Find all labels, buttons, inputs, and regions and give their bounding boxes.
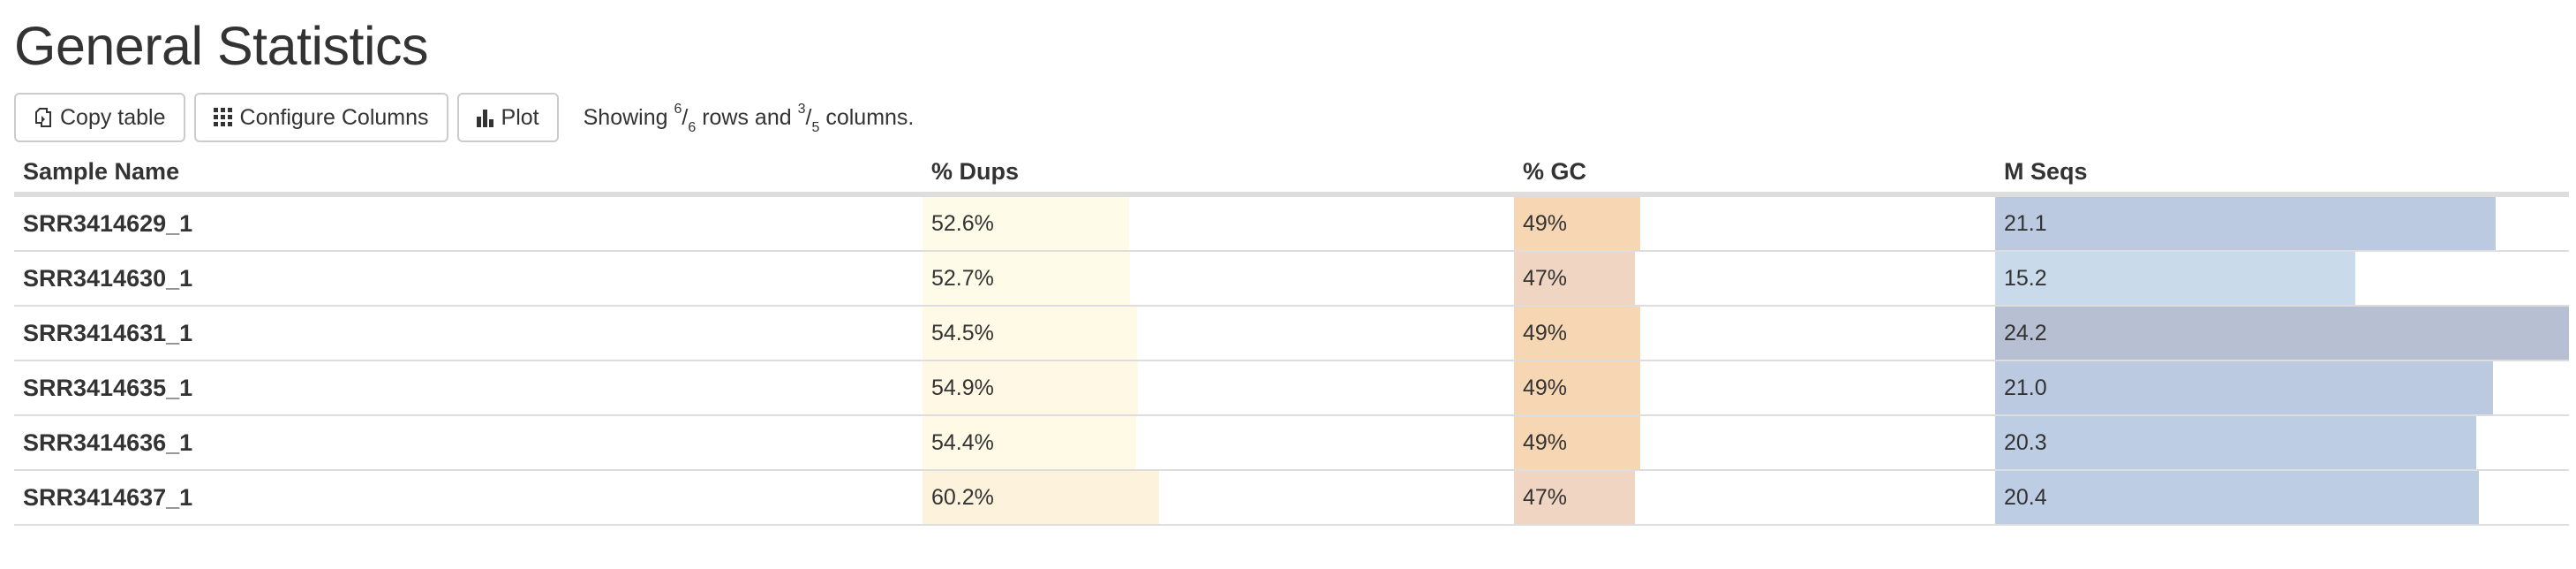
gc-cell: 49% — [1514, 306, 1995, 361]
gc-cell: 49% — [1514, 360, 1995, 416]
plot-button[interactable]: Plot — [456, 93, 559, 142]
dups-cell: 54.4% — [923, 415, 1514, 471]
rows-shown: 6 — [674, 101, 682, 117]
gc-value: 47% — [1523, 265, 1568, 291]
general-statistics-section: General Statistics Copy table Configure … — [0, 0, 2576, 569]
m-seqs-cell: 24.2 — [1995, 306, 2569, 361]
configure-columns-label: Configure Columns — [239, 104, 429, 130]
dups-value: 54.5% — [931, 320, 994, 345]
gc-cell: 47% — [1514, 251, 1995, 307]
m-seqs-value: 21.1 — [2004, 210, 2047, 236]
rows-total: 6 — [688, 119, 697, 135]
dups-value: 52.7% — [931, 265, 994, 291]
configure-columns-button[interactable]: Configure Columns — [193, 93, 448, 142]
plot-label: Plot — [501, 104, 539, 130]
rows-word: rows and — [702, 104, 792, 130]
dups-cell: 52.7% — [923, 251, 1514, 307]
dups-cell: 54.5% — [923, 306, 1514, 361]
dups-cell: 52.6% — [923, 194, 1514, 252]
sample-name-cell: SRR3414637_1 — [14, 470, 923, 526]
m-seqs-cell: 15.2 — [1995, 251, 2569, 307]
m-seqs-cell: 20.4 — [1995, 470, 2569, 526]
m-seqs-cell: 20.3 — [1995, 415, 2569, 471]
copy-icon — [35, 108, 51, 127]
sample-name-cell: SRR3414629_1 — [14, 194, 923, 252]
gc-value: 49% — [1523, 210, 1568, 236]
copy-table-label: Copy table — [60, 104, 166, 130]
gc-cell: 49% — [1514, 415, 1995, 471]
m-seqs-cell: 21.0 — [1995, 360, 2569, 416]
table-row: SRR3414630_1 52.7% 47% 15.2 — [14, 251, 2569, 307]
status-prefix: Showing — [583, 104, 668, 130]
sample-name-cell: SRR3414630_1 — [14, 251, 923, 307]
m-seqs-value: 21.0 — [2004, 375, 2047, 400]
copy-table-button[interactable]: Copy table — [14, 93, 185, 142]
dups-cell: 60.2% — [923, 470, 1514, 526]
sample-name-cell: SRR3414635_1 — [14, 360, 923, 416]
m-seqs-bar — [1995, 307, 2569, 360]
m-seqs-value: 24.2 — [2004, 320, 2047, 345]
gc-cell: 49% — [1514, 194, 1995, 252]
m-seqs-bar — [1995, 252, 2356, 305]
column-header-dups[interactable]: % Dups — [923, 152, 1514, 197]
m-seqs-value: 15.2 — [2004, 265, 2047, 291]
page-title: General Statistics — [14, 16, 429, 76]
table-row: SRR3414631_1 54.5% 49% 24.2 — [14, 306, 2569, 361]
m-seqs-bar — [1995, 197, 2496, 250]
grid-icon — [213, 108, 232, 126]
gc-value: 49% — [1523, 320, 1568, 345]
column-header-sample-name[interactable]: Sample Name — [14, 152, 923, 197]
table-header-row: Sample Name % Dups % GC M Seqs — [14, 152, 2569, 197]
m-seqs-value: 20.3 — [2004, 429, 2047, 455]
table-row: SRR3414635_1 54.9% 49% 21.0 — [14, 360, 2569, 416]
dups-value: 52.6% — [931, 210, 994, 236]
table-status-text: Showing 6/6 rows and 3/5 columns. — [583, 101, 915, 135]
column-header-m-seqs[interactable]: M Seqs — [1995, 152, 2569, 197]
cols-word: columns. — [825, 104, 915, 130]
table-body: SRR3414629_1 52.6% 49% 21.1 SRR3414630_1 52.7… — [14, 194, 2569, 526]
bar-chart-icon — [476, 110, 493, 127]
m-seqs-value: 20.4 — [2004, 484, 2047, 510]
m-seqs-bar — [1995, 471, 2479, 524]
table-row: SRR3414637_1 60.2% 47% 20.4 — [14, 470, 2569, 526]
table-toolbar: Copy table Configure Columns Plot Showin… — [14, 92, 914, 143]
dups-value: 60.2% — [931, 484, 994, 510]
sample-name-cell: SRR3414631_1 — [14, 306, 923, 361]
dups-cell: 54.9% — [923, 360, 1514, 416]
gc-value: 47% — [1523, 484, 1568, 510]
m-seqs-bar — [1995, 361, 2494, 414]
m-seqs-cell: 21.1 — [1995, 194, 2569, 252]
sample-name-cell: SRR3414636_1 — [14, 415, 923, 471]
gc-value: 49% — [1523, 429, 1568, 455]
general-statistics-table: Sample Name % Dups % GC M Seqs SRR341462… — [14, 152, 2569, 526]
cols-shown: 3 — [797, 101, 806, 117]
cols-total: 5 — [811, 119, 820, 135]
table-row: SRR3414636_1 54.4% 49% 20.3 — [14, 415, 2569, 471]
m-seqs-bar — [1995, 416, 2477, 469]
dups-value: 54.9% — [931, 375, 994, 400]
gc-value: 49% — [1523, 375, 1568, 400]
column-header-gc[interactable]: % GC — [1514, 152, 1995, 197]
dups-value: 54.4% — [931, 429, 994, 455]
gc-cell: 47% — [1514, 470, 1995, 526]
table-row: SRR3414629_1 52.6% 49% 21.1 — [14, 194, 2569, 252]
